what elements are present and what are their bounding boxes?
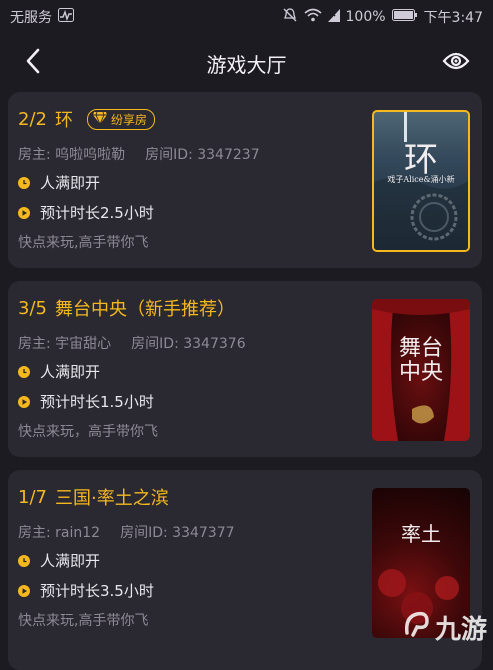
cover-subtitle: 戏子Alice&涌小新 xyxy=(387,175,455,184)
room-host: 房主: rain12 xyxy=(18,525,101,541)
room-host: 房主: 呜啦呜啦勒 xyxy=(18,147,126,163)
play-icon xyxy=(18,206,30,219)
eye-icon xyxy=(442,51,470,76)
chevron-left-icon xyxy=(25,48,41,79)
view-toggle-button[interactable] xyxy=(441,48,471,78)
battery-icon xyxy=(391,8,418,26)
watermark-text: 九游 xyxy=(434,615,487,645)
duration: 预计时长1.5小时 xyxy=(40,393,154,411)
status-bar: 无服务 100% 下午3:47 xyxy=(0,0,493,34)
activity-icon xyxy=(58,8,74,26)
wifi-icon xyxy=(303,8,322,26)
player-count: 3/5 xyxy=(18,297,47,319)
start-rule: 人满即开 xyxy=(40,552,101,570)
clock-icon xyxy=(18,176,30,189)
cover-title: 率土 xyxy=(401,522,441,546)
mute-icon xyxy=(282,7,298,27)
room-cover-image[interactable]: 舞台中央 xyxy=(372,299,470,441)
site-watermark: 九游 xyxy=(401,609,487,646)
player-count: 2/2 xyxy=(18,108,47,130)
room-title: 三国·率土之滨 xyxy=(54,488,169,509)
app-header: 游戏大厅 xyxy=(0,34,493,92)
share-room-badge-label: 纷享房 xyxy=(110,112,147,127)
clock: 下午3:47 xyxy=(423,10,483,26)
share-room-badge: 纷享房 xyxy=(86,108,155,130)
clock-icon xyxy=(18,365,30,378)
duration: 预计时长3.5小时 xyxy=(40,582,154,600)
play-icon xyxy=(18,584,30,597)
room-title: 舞台中央（新手推荐） xyxy=(54,299,235,320)
carrier-label: 无服务 xyxy=(10,10,52,26)
signal-icon xyxy=(327,8,340,26)
room-cover-image[interactable]: 环 戏子Alice&涌小新 xyxy=(372,110,470,252)
room-id: 房间ID: 3347376 xyxy=(131,336,246,352)
room-card[interactable]: 2/2 环 纷享房 房主: 呜啦呜啦勒 房间ID: 3347237 人满即开 预… xyxy=(8,92,482,268)
clock-icon xyxy=(18,554,30,567)
room-title: 环 xyxy=(54,110,73,131)
diamond-icon xyxy=(92,111,108,128)
battery-percent: 100% xyxy=(345,9,386,25)
watermark-logo-icon xyxy=(401,609,431,646)
room-list: 2/2 环 纷享房 房主: 呜啦呜啦勒 房间ID: 3347237 人满即开 预… xyxy=(8,92,482,670)
room-host: 房主: 宇宙甜心 xyxy=(18,336,112,352)
start-rule: 人满即开 xyxy=(40,174,101,192)
room-id: 房间ID: 3347377 xyxy=(120,525,235,541)
duration: 预计时长2.5小时 xyxy=(40,204,154,222)
room-id: 房间ID: 3347237 xyxy=(145,147,260,163)
back-button[interactable] xyxy=(18,48,48,78)
play-icon xyxy=(18,395,30,408)
room-card[interactable]: 3/5 舞台中央（新手推荐） 房主: 宇宙甜心 房间ID: 3347376 人满… xyxy=(8,281,482,457)
page-title: 游戏大厅 xyxy=(206,52,287,77)
start-rule: 人满即开 xyxy=(40,363,101,381)
player-count: 1/7 xyxy=(18,486,47,508)
cover-title: 舞台中央 xyxy=(398,336,443,385)
